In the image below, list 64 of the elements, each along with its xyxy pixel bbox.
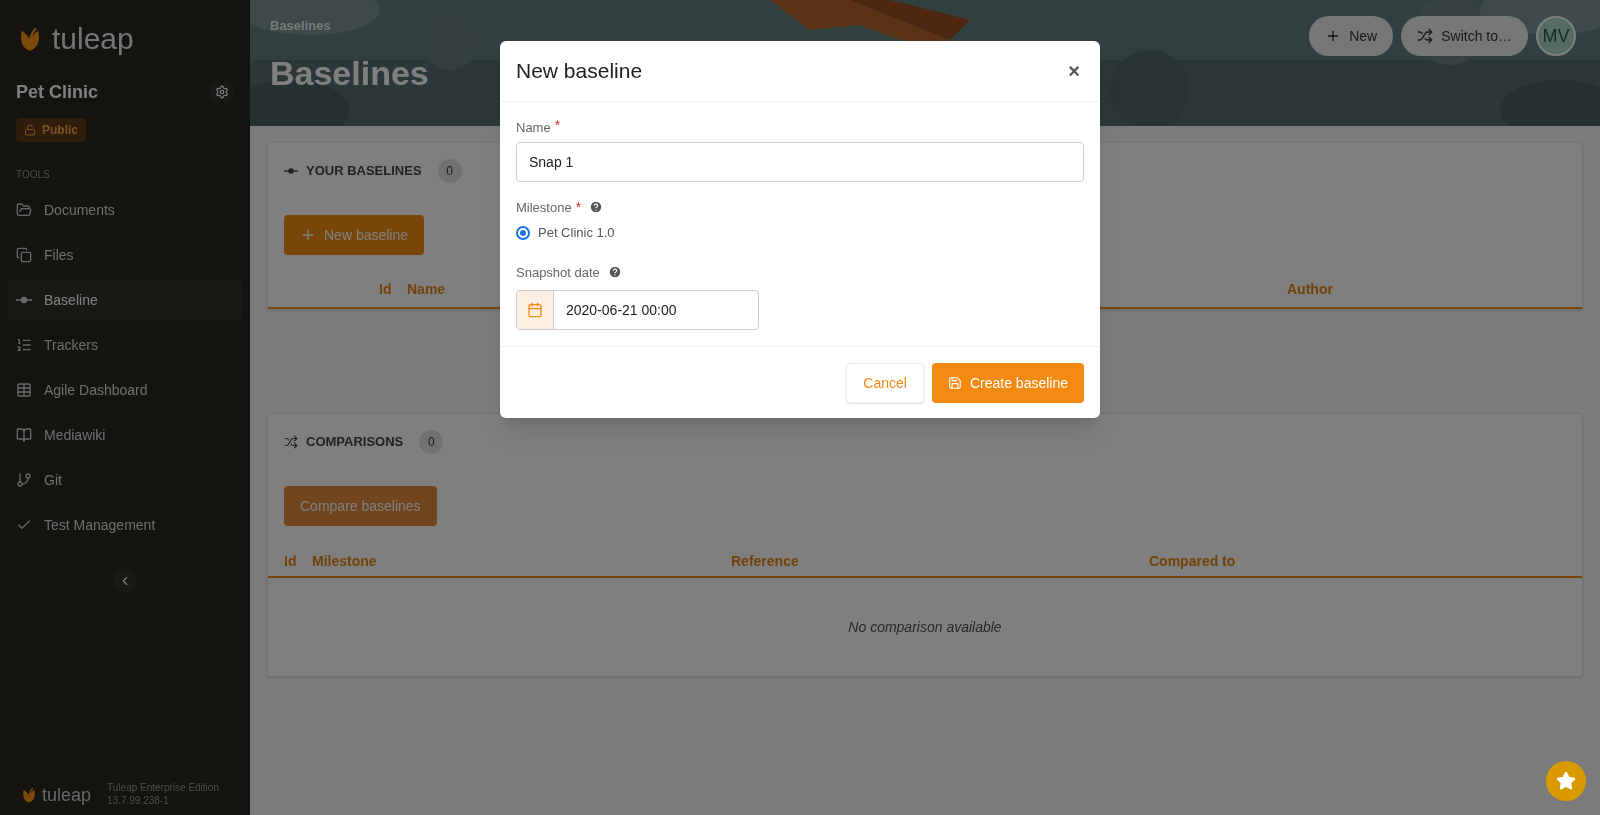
collapse-button[interactable] bbox=[113, 569, 137, 593]
required-mark: * bbox=[575, 200, 582, 215]
settings-button[interactable] bbox=[210, 80, 234, 104]
sidebar-item[interactable]: Documents bbox=[8, 190, 242, 230]
public-badge: Public bbox=[16, 118, 86, 142]
folder-icon bbox=[16, 202, 32, 218]
baseline-icon bbox=[284, 165, 298, 177]
header-button[interactable]: New bbox=[1309, 16, 1394, 56]
section-label: TOOLS bbox=[15, 168, 51, 182]
column-header: Name bbox=[407, 280, 447, 299]
logo-icon bbox=[20, 785, 38, 804]
plus-icon bbox=[300, 227, 316, 243]
count-badge: 0 bbox=[419, 430, 444, 454]
help-icon bbox=[589, 200, 604, 215]
sidebar-item[interactable]: Trackers bbox=[8, 325, 242, 365]
calendar-icon bbox=[527, 302, 543, 318]
close-button[interactable]: × bbox=[1064, 57, 1084, 85]
field-label: Milestone bbox=[516, 198, 572, 217]
version-text: 13.7.99.238-1 bbox=[107, 794, 170, 807]
create-button[interactable]: Create baseline bbox=[931, 362, 1084, 403]
logo-text: tuleap bbox=[52, 24, 134, 54]
help-icon bbox=[607, 265, 622, 280]
table-icon bbox=[16, 382, 32, 398]
sidebar-item[interactable]: Git bbox=[8, 460, 242, 500]
required-mark: * bbox=[554, 118, 561, 132]
sidebar-item[interactable]: Mediawiki bbox=[8, 415, 242, 455]
branch-icon bbox=[16, 472, 32, 488]
sidebar-item[interactable]: Baseline bbox=[8, 280, 242, 320]
column-header: Id bbox=[379, 280, 393, 299]
column-header: Reference bbox=[731, 552, 800, 571]
header-button[interactable]: Switch to… bbox=[1401, 16, 1528, 56]
sidebar-item[interactable]: Test Management bbox=[8, 505, 242, 545]
name-field[interactable]: Snap 1 bbox=[516, 141, 1084, 182]
column-header: Id bbox=[284, 552, 298, 571]
field-label: Snapshot date bbox=[516, 263, 600, 282]
column-header: Author bbox=[1287, 280, 1333, 299]
column-header: Compared to bbox=[1149, 552, 1236, 571]
settings-icon bbox=[215, 85, 229, 99]
field-label: Name bbox=[516, 119, 551, 137]
save-icon bbox=[947, 375, 962, 390]
cancel-button[interactable]: Cancel bbox=[846, 362, 924, 403]
section-title: COMPARISONS bbox=[306, 433, 404, 452]
sidebar-item[interactable]: Files bbox=[8, 235, 242, 275]
radio-button[interactable] bbox=[516, 225, 530, 240]
shuffle-icon bbox=[1417, 28, 1434, 44]
star-icon bbox=[1556, 771, 1576, 791]
radio-label: Pet Clinic 1.0 bbox=[538, 224, 615, 242]
book-icon bbox=[16, 427, 32, 443]
project-name: Pet Clinic bbox=[16, 81, 99, 104]
empty-message: No comparison available bbox=[848, 618, 1002, 637]
count-badge: 0 bbox=[437, 159, 462, 183]
files-icon bbox=[16, 247, 32, 263]
page-title: Baselines bbox=[270, 52, 429, 94]
column-header: Milestone bbox=[312, 552, 378, 571]
sidebar-item[interactable]: Agile Dashboard bbox=[8, 370, 242, 410]
section-title: YOUR BASELINES bbox=[306, 162, 422, 181]
list-icon bbox=[16, 337, 32, 353]
edition-text: Tuleap Enterprise Edition bbox=[107, 782, 219, 795]
unlock-icon bbox=[24, 124, 36, 136]
dialog-title: New baseline bbox=[516, 58, 643, 85]
date-field[interactable]: 2020-06-21 00:00 bbox=[516, 290, 759, 330]
shuffle-icon bbox=[284, 435, 298, 449]
logo-text: tuleap bbox=[42, 785, 92, 804]
action-button[interactable]: New baseline bbox=[284, 215, 425, 255]
